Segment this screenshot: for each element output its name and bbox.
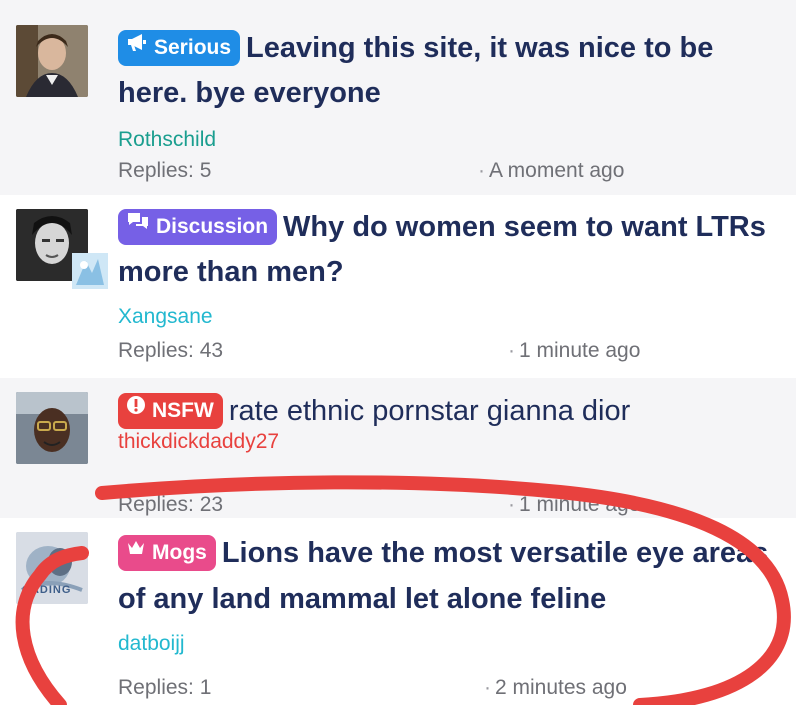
avatar-image — [16, 25, 88, 97]
thread-meta: Replies: 43 · 1 minute ago — [118, 339, 776, 363]
badge-label: Serious — [154, 36, 232, 59]
thread-title[interactable]: Serious Leaving this site, it was nice t… — [118, 26, 776, 116]
badge-nsfw[interactable]: NSFW — [118, 393, 223, 429]
reply-count: Replies: 5 — [118, 159, 212, 182]
megaphone-icon — [126, 28, 148, 64]
thread-meta: Replies: 1 · 2 minutes ago — [118, 676, 776, 700]
thread-item[interactable]: Discussion Why do women seem to want LTR… — [0, 195, 796, 378]
thread-title[interactable]: Discussion Why do women seem to want LTR… — [118, 205, 776, 295]
thread-item[interactable]: CADING Mogs Lions have the most versatil… — [0, 518, 796, 705]
chat-bubbles-icon — [126, 207, 150, 243]
badge-mogs[interactable]: Mogs — [118, 535, 216, 571]
reply-count: Replies: 1 — [118, 676, 212, 699]
thread-author[interactable]: thickdickdaddy27 — [118, 430, 776, 454]
thread-title[interactable]: NSFW rate ethnic pornstar gianna dior — [118, 390, 776, 432]
reply-count: Replies: 43 — [118, 339, 224, 362]
badge-label: Discussion — [156, 215, 269, 238]
thread-title-text: rate ethnic pornstar gianna dior — [228, 395, 631, 427]
thread-author[interactable]: Rothschild — [118, 128, 776, 152]
badge-serious[interactable]: Serious — [118, 28, 241, 66]
avatar[interactable] — [16, 25, 88, 97]
timestamp: · 1 minute ago — [508, 493, 641, 516]
thread-item[interactable]: Serious Leaving this site, it was nice t… — [0, 0, 796, 195]
avatar[interactable]: CADING — [16, 532, 88, 604]
thread-author[interactable]: datboijj — [118, 632, 776, 656]
avatar-badge — [72, 253, 108, 289]
crown-icon — [126, 533, 146, 569]
thread-meta: Replies: 23 · 1 minute ago — [118, 493, 776, 517]
avatar-image — [16, 392, 88, 464]
timestamp: · 1 minute ago — [508, 339, 641, 362]
badge-label: Mogs — [152, 541, 207, 564]
avatar[interactable] — [16, 392, 88, 464]
timestamp: · 2 minutes ago — [484, 676, 627, 699]
avatar-overlay-text: CADING — [22, 584, 72, 596]
badge-label: NSFW — [152, 399, 214, 422]
reply-count: Replies: 23 — [118, 493, 224, 516]
thread-item[interactable]: NSFW rate ethnic pornstar gianna dior th… — [0, 378, 796, 518]
badge-discussion[interactable]: Discussion — [118, 207, 278, 245]
thread-meta: Replies: 5 · A moment ago — [118, 159, 776, 183]
thread-title[interactable]: Mogs Lions have the most versatile eye a… — [118, 530, 776, 622]
exclamation-circle-icon — [126, 391, 146, 427]
timestamp: · A moment ago — [478, 159, 625, 182]
thread-author[interactable]: Xangsane — [118, 305, 776, 329]
